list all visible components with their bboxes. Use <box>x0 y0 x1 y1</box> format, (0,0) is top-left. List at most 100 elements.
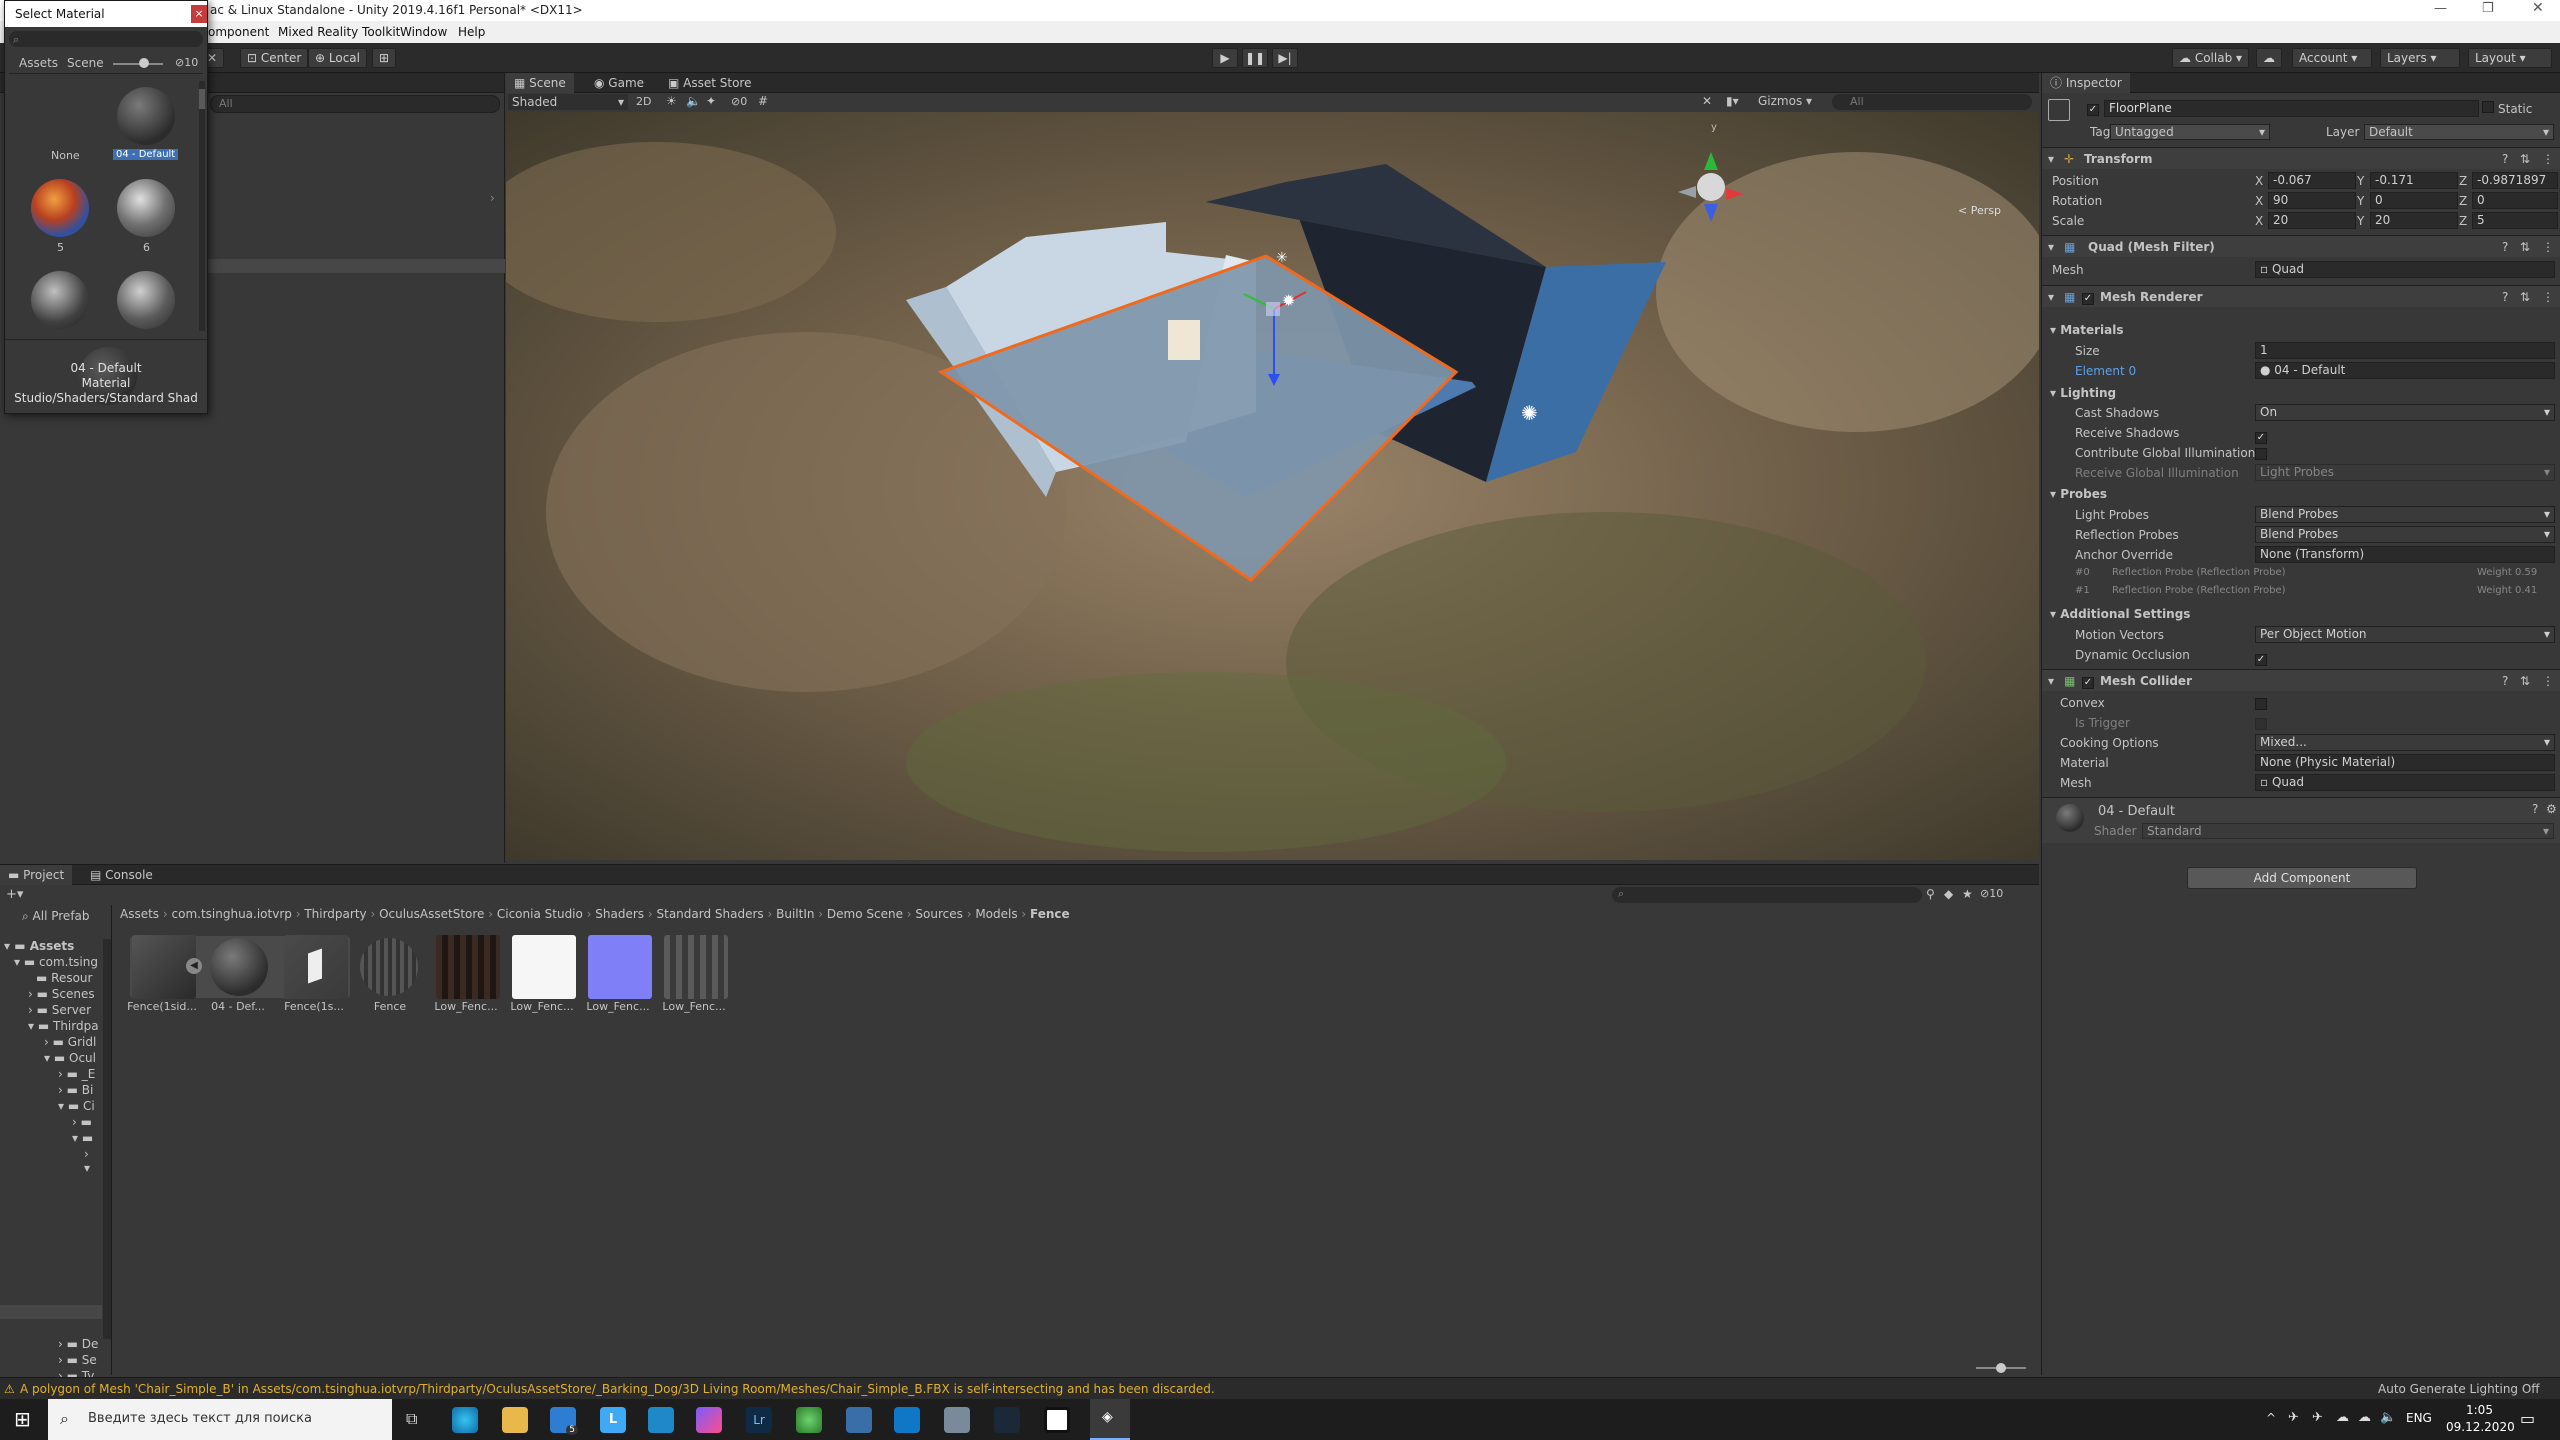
tray-app-icon[interactable]: ✈ <box>2312 1410 2323 1425</box>
tree-scroll-row[interactable] <box>0 1305 102 1319</box>
mesh-renderer-enabled-checkbox[interactable]: ✓ <box>2082 286 2094 308</box>
taskbar-search-input[interactable]: ⌕ Введите здесь текст для поиска <box>48 1399 392 1440</box>
tree-sub4[interactable]: ▾ <box>84 1161 90 1175</box>
probes-foldout[interactable]: ▾ Probes <box>2050 487 2107 501</box>
object-name-field[interactable]: FloorPlane <box>2104 100 2479 117</box>
app-icon[interactable] <box>1044 1407 1070 1433</box>
motion-vectors-dropdown[interactable]: Per Object Motion ▾ <box>2255 626 2555 643</box>
tree-bi[interactable]: › ▬ Bi <box>58 1083 93 1097</box>
collider-mesh-field[interactable]: ▫ Quad <box>2255 774 2555 791</box>
help-icon[interactable]: ? <box>2502 148 2508 170</box>
position-y-field[interactable]: -0.171 <box>2370 172 2458 189</box>
presets-icon[interactable]: ⇅ <box>2520 236 2530 258</box>
menu-help[interactable]: Help <box>458 25 485 39</box>
materials-foldout[interactable]: ▾ Materials <box>2050 323 2124 337</box>
tab-scene[interactable]: ▦ Scene <box>506 73 574 93</box>
tree-oculus[interactable]: ▾ ▬ Ocul <box>44 1051 96 1065</box>
breadcrumb-item[interactable]: Assets <box>120 907 159 921</box>
step-button[interactable]: ▶| <box>1272 48 1298 68</box>
close-icon[interactable]: × <box>191 5 207 23</box>
expand-arrow-icon[interactable]: ◀ <box>186 958 202 974</box>
scene-search-input[interactable]: All <box>1832 94 2032 110</box>
hidden-count[interactable]: ⊘0 <box>731 95 747 108</box>
breadcrumb-item[interactable]: BuiltIn <box>776 907 814 921</box>
foldout-arrow-icon[interactable]: ▾ <box>2048 670 2054 692</box>
add-component-button[interactable]: Add Component <box>2187 867 2417 889</box>
breadcrumb-item[interactable]: Ciconia Studio <box>497 907 583 921</box>
material-5-thumb[interactable] <box>31 179 89 237</box>
mesh-collider-header[interactable]: ▾ ▦ ✓ Mesh Collider ? ⇅ ⋮ <box>2042 669 2560 691</box>
tree-server[interactable]: › ▬ Server <box>28 1003 91 1017</box>
foldout-arrow-icon[interactable]: ▾ <box>2048 148 2054 170</box>
rotation-z-field[interactable]: 0 <box>2472 192 2558 209</box>
material-scrollbar-thumb[interactable] <box>199 89 205 109</box>
tab-project[interactable]: ▬ Project <box>0 865 73 885</box>
tree-scenes[interactable]: › ▬ Scenes <box>28 987 95 1001</box>
all-prefabs-item[interactable]: ⌕ All Prefab <box>22 909 90 924</box>
edge-icon[interactable] <box>452 1407 478 1433</box>
cooking-options-dropdown[interactable]: Mixed... ▾ <box>2255 734 2555 751</box>
perspective-label[interactable]: < Persp <box>1958 204 2001 217</box>
material-search-input[interactable] <box>9 31 203 47</box>
anchor-override-field[interactable]: None (Transform) <box>2255 546 2555 563</box>
transform-header[interactable]: ▾ ✛ Transform ? ⇅ ⋮ <box>2042 147 2560 169</box>
breadcrumb-item[interactable]: OculusAssetStore <box>379 907 484 921</box>
app-icon[interactable] <box>846 1407 872 1433</box>
asset-thumb-normal[interactable] <box>588 935 652 999</box>
breadcrumb-item[interactable]: Standard Shaders <box>657 907 764 921</box>
material-6-thumb[interactable] <box>117 179 175 237</box>
layers-dropdown[interactable]: Layers ▾ <box>2380 48 2460 68</box>
tree-sub3[interactable]: › <box>84 1147 89 1161</box>
menu-component[interactable]: omponent <box>208 25 269 39</box>
mesh-filter-header[interactable]: ▾ ▦ Quad (Mesh Filter) ? ⇅ ⋮ <box>2042 235 2560 257</box>
presets-icon[interactable]: ⇅ <box>2520 670 2530 692</box>
breadcrumb-item[interactable]: Thirdparty <box>304 907 366 921</box>
breadcrumb-item-current[interactable]: Fence <box>1030 907 1070 921</box>
scene-viewport[interactable]: ✹ ✳ ✺ y < Persp <box>506 112 2039 860</box>
account-dropdown[interactable]: Account ▾ <box>2292 48 2372 68</box>
file-explorer-icon[interactable] <box>502 1407 528 1433</box>
store-icon[interactable] <box>648 1407 674 1433</box>
mode-2d-toggle[interactable]: 2D <box>636 95 651 108</box>
gear-icon[interactable]: ⚙ <box>2546 802 2557 816</box>
size-slider-handle[interactable] <box>139 58 149 68</box>
materials-size-field[interactable]: 1 <box>2255 342 2555 359</box>
static-checkbox[interactable] <box>2482 101 2494 117</box>
create-button[interactable]: +▾ <box>6 887 23 902</box>
gizmos-dropdown[interactable]: Gizmos ▾ <box>1758 94 1812 108</box>
size-slider[interactable] <box>113 63 163 65</box>
position-z-field[interactable]: -0.9871897 <box>2472 172 2558 189</box>
chevron-right-icon[interactable]: › <box>490 191 495 205</box>
material-6-label[interactable]: 6 <box>143 241 150 254</box>
menu-mixed-reality-toolkit[interactable]: Mixed Reality Toolkit <box>278 25 400 39</box>
component-menu-icon[interactable]: ⋮ <box>2542 236 2554 258</box>
language-indicator[interactable]: ENG <box>2406 1411 2432 1425</box>
material-5-label[interactable]: 5 <box>57 241 64 254</box>
tab-inspector[interactable]: ⓘ Inspector <box>2042 73 2130 93</box>
app-icon[interactable] <box>894 1407 920 1433</box>
rotation-x-field[interactable]: 90 <box>2268 192 2356 209</box>
tools-icon[interactable]: ✕ <box>1702 94 1712 108</box>
tab-console[interactable]: ▤ Console <box>82 865 161 885</box>
reflection-probes-dropdown[interactable]: Blend Probes ▾ <box>2255 526 2555 543</box>
grid-toggle-icon[interactable]: # <box>758 94 768 108</box>
asset-thumb-material[interactable] <box>210 938 268 996</box>
tree-scrollbar[interactable] <box>103 939 111 1339</box>
lightroom-icon[interactable]: Lr <box>746 1407 772 1433</box>
foldout-arrow-icon[interactable]: ▾ <box>2048 286 2054 308</box>
windows-start-icon[interactable]: ⊞ <box>14 1407 31 1431</box>
minimize-button[interactable]: — <box>2434 1 2447 16</box>
dynamic-occlusion-checkbox[interactable]: ✓ <box>2255 648 2267 668</box>
material-8-thumb[interactable] <box>117 271 175 329</box>
scale-z-field[interactable]: 5 <box>2472 212 2558 229</box>
tab-scene[interactable]: Scene <box>67 56 104 70</box>
tree-ci[interactable]: ▾ ▬ Ci <box>58 1099 95 1113</box>
rotation-y-field[interactable]: 0 <box>2370 192 2458 209</box>
layer-dropdown[interactable]: Default ▾ <box>2364 124 2554 140</box>
tree-resources[interactable]: ▬ Resour <box>36 971 92 985</box>
camera-icon[interactable]: ▮▾ <box>1726 94 1739 108</box>
tree-e[interactable]: › ▬ _E <box>58 1067 95 1081</box>
thumbnail-size-handle[interactable] <box>1996 1363 2006 1373</box>
help-icon[interactable]: ? <box>2502 670 2508 692</box>
project-search-input[interactable] <box>1612 887 1922 903</box>
